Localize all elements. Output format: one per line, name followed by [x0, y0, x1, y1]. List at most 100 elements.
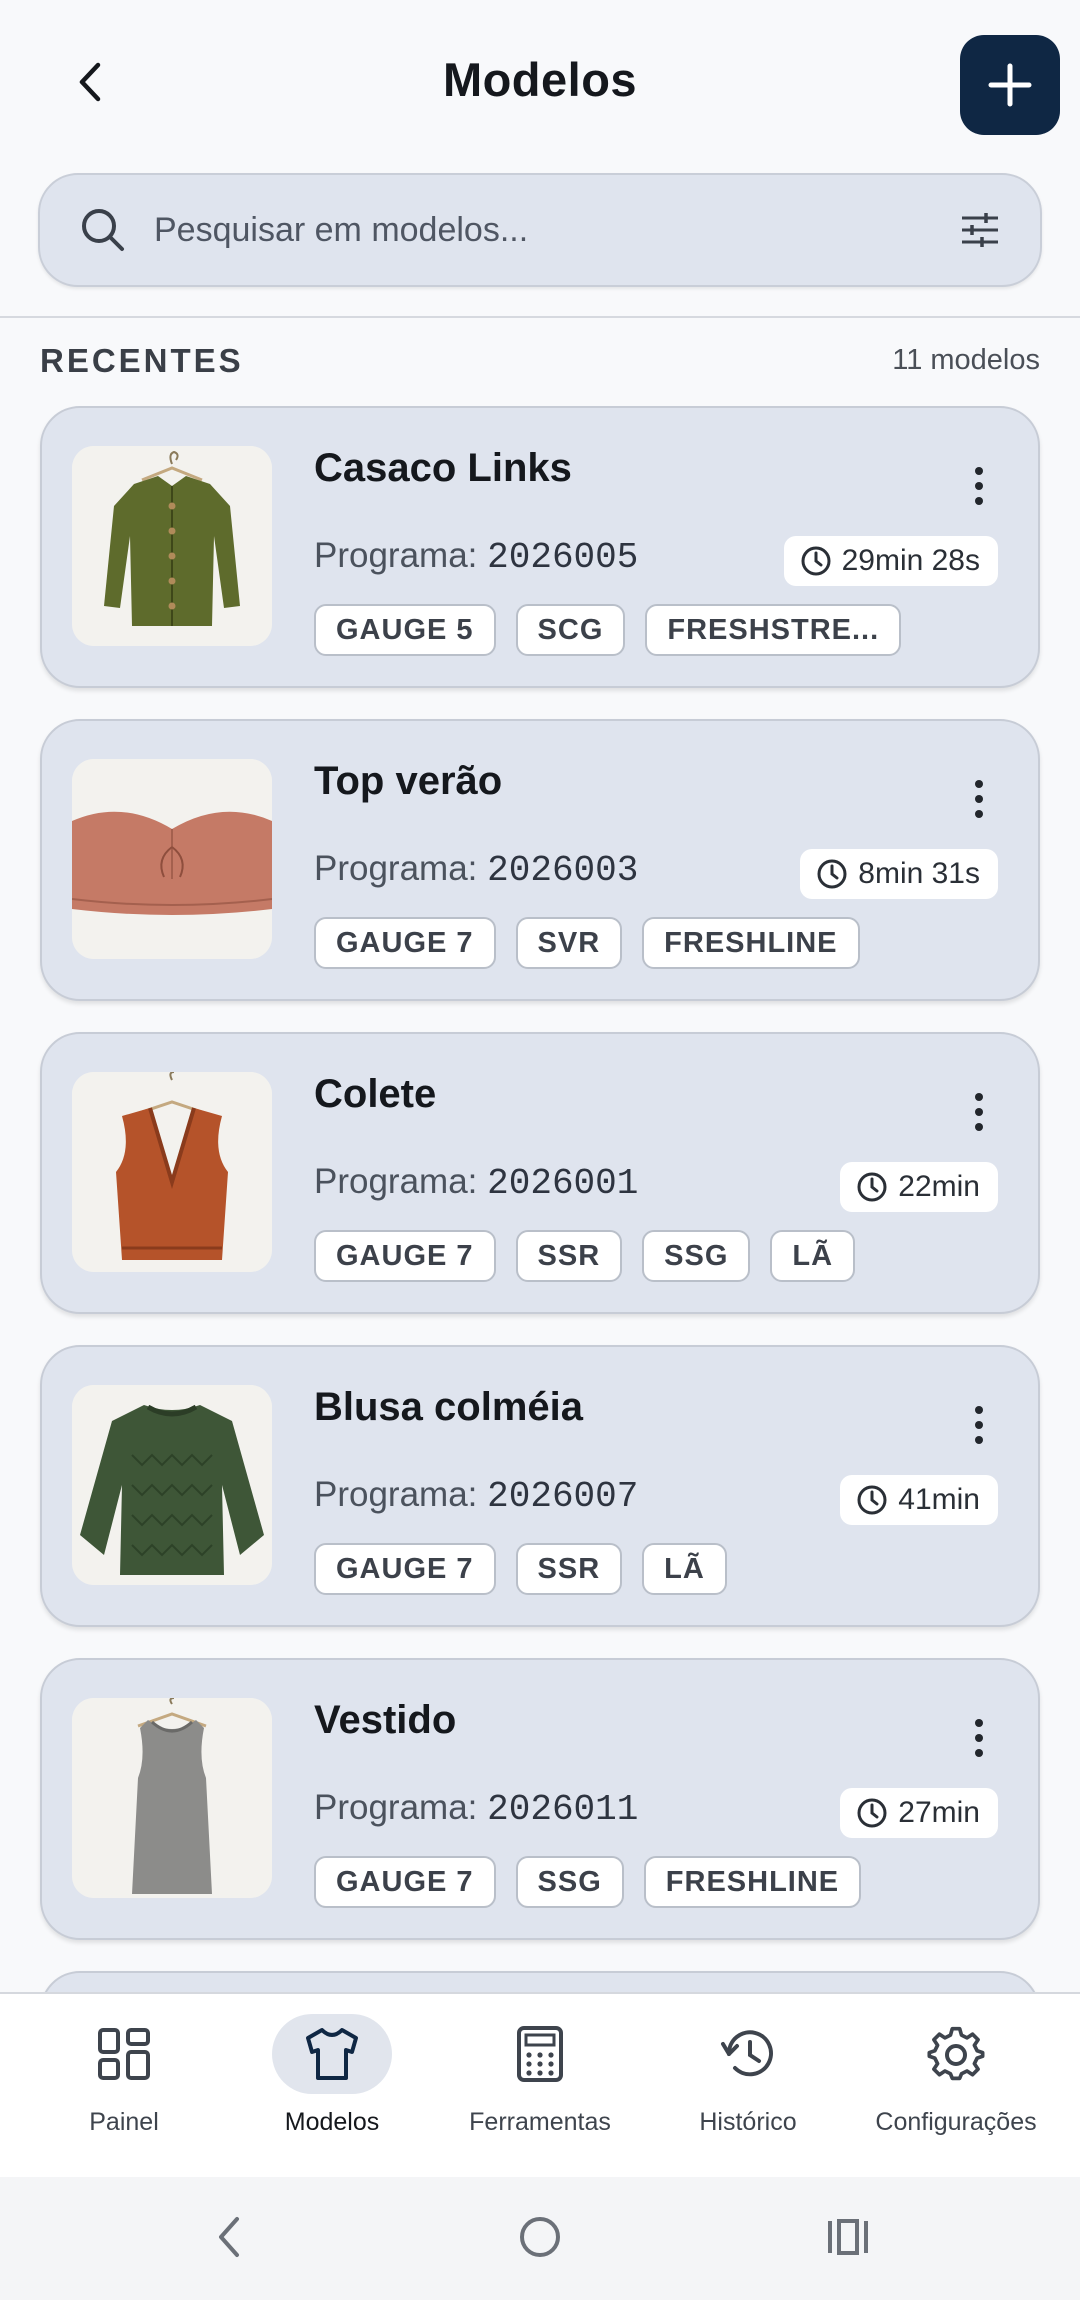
- nav-item-history[interactable]: Histórico: [648, 2014, 848, 2164]
- tag-chip: GAUGE 5: [314, 604, 496, 656]
- bottom-navigation: Painel Modelos Ferramentas Histórico Con…: [0, 1992, 1080, 2177]
- tag-chip: LÃ: [642, 1543, 727, 1595]
- clock-icon: [817, 859, 847, 889]
- tag-chip: SSR: [515, 1230, 623, 1282]
- system-recents-button[interactable]: [813, 2207, 883, 2267]
- section-title: RECENTES: [40, 342, 244, 379]
- clock-icon: [857, 1172, 887, 1202]
- header-divider: [0, 316, 1080, 318]
- dot: [975, 1108, 983, 1116]
- duration-chip: 22min: [840, 1162, 998, 1212]
- dot: [975, 1421, 983, 1429]
- home-circle-icon: [520, 2217, 560, 2257]
- dot: [975, 1406, 983, 1414]
- nav-label: Modelos: [284, 2108, 380, 2136]
- duration-chip: 29min 28s: [783, 536, 998, 586]
- program-code: 2026001: [487, 1163, 639, 1204]
- tag-chip: SCG: [515, 604, 626, 656]
- duration-chip: 8min 31s: [800, 849, 998, 899]
- page-title: Modelos: [442, 53, 638, 106]
- program-label: Programa:: [314, 849, 478, 888]
- model-card[interactable]: Blusa colméia Programa: 2026007 41min GA…: [40, 1345, 1040, 1627]
- grid-icon: [64, 2014, 184, 2094]
- filter-sliders-icon[interactable]: [960, 212, 1000, 248]
- shirt-icon: [272, 2014, 392, 2094]
- model-name: Top verão: [314, 759, 503, 803]
- dot: [975, 497, 983, 505]
- duration-text: 27min: [898, 1796, 980, 1829]
- model-thumbnail: [72, 446, 272, 646]
- model-thumbnail: [72, 759, 272, 959]
- dot: [975, 1734, 983, 1742]
- nav-label: Histórico: [699, 2108, 797, 2136]
- tag-chip: LÃ: [770, 1230, 856, 1282]
- nav-label: Painel: [89, 2108, 159, 2136]
- search-icon: [82, 209, 124, 251]
- program-label: Programa:: [314, 1475, 478, 1514]
- program-label: Programa:: [314, 1788, 478, 1827]
- more-options-button[interactable]: [954, 1395, 1004, 1455]
- tag-chip: GAUGE 7: [314, 1543, 496, 1595]
- more-options-button[interactable]: [954, 1082, 1004, 1142]
- dot: [975, 467, 983, 475]
- search-input[interactable]: [154, 210, 960, 250]
- duration-text: 41min: [898, 1483, 980, 1516]
- model-name: Colete: [314, 1072, 437, 1116]
- tag-chip: GAUGE 7: [314, 917, 496, 969]
- duration-text: 22min: [898, 1170, 980, 1203]
- program-code: 2026007: [487, 1476, 639, 1517]
- model-card[interactable]: Vestido Programa: 2026011 27min GAUGE 7 S…: [40, 1658, 1040, 1940]
- tag-list: GAUGE 7 SSG FRESHLINE: [314, 1856, 862, 1908]
- add-model-button[interactable]: [960, 35, 1060, 135]
- tag-chip: FRESHSTRE...: [645, 604, 902, 656]
- nav-label: Ferramentas: [469, 2108, 611, 2136]
- model-card-partial[interactable]: [40, 1971, 1040, 1992]
- system-home-button[interactable]: [505, 2207, 575, 2267]
- nav-item-shirt[interactable]: Modelos: [232, 2014, 432, 2164]
- app-root: Modelos RECENTES 11 modelos Casaco Links…: [0, 0, 1080, 2300]
- duration-chip: 41min: [840, 1475, 998, 1525]
- tag-list: GAUGE 5 SCG FRESHSTRE...: [314, 604, 902, 656]
- program-code: 2026005: [487, 537, 639, 578]
- clock-icon: [857, 1485, 887, 1515]
- dot: [975, 795, 983, 803]
- dot: [975, 1123, 983, 1131]
- tag-list: GAUGE 7 SSR LÃ: [314, 1543, 727, 1595]
- program-line: Programa: 2026011: [314, 1788, 638, 1830]
- program-line: Programa: 2026003: [314, 849, 638, 891]
- program-label: Programa:: [314, 1162, 478, 1201]
- recents-icon: [828, 2219, 868, 2255]
- model-name: Vestido: [314, 1698, 457, 1742]
- more-options-button[interactable]: [954, 456, 1004, 516]
- duration-text: 8min 31s: [858, 857, 980, 890]
- gear-icon: [896, 2014, 1016, 2094]
- search-bar: [38, 173, 1042, 287]
- tag-chip: GAUGE 7: [314, 1856, 496, 1908]
- tag-list: GAUGE 7 SVR FRESHLINE: [314, 917, 860, 969]
- top-bar: Modelos: [0, 0, 1080, 170]
- model-name: Blusa colméia: [314, 1385, 584, 1429]
- dot: [975, 1093, 983, 1101]
- calculator-icon: [480, 2014, 600, 2094]
- model-card[interactable]: Casaco Links Programa: 2026005 29min 28s…: [40, 406, 1040, 688]
- model-card[interactable]: Colete Programa: 2026001 22min GAUGE 7 SS…: [40, 1032, 1040, 1314]
- nav-item-gear[interactable]: Configurações: [856, 2014, 1056, 2164]
- model-thumbnail: [72, 1072, 272, 1272]
- history-icon: [688, 2014, 808, 2094]
- more-options-button[interactable]: [954, 769, 1004, 829]
- program-code: 2026003: [487, 850, 639, 891]
- nav-item-calculator[interactable]: Ferramentas: [440, 2014, 640, 2164]
- nav-item-grid[interactable]: Painel: [24, 2014, 224, 2164]
- program-code: 2026011: [487, 1789, 639, 1830]
- duration-text: 29min 28s: [841, 544, 980, 577]
- more-options-button[interactable]: [954, 1708, 1004, 1768]
- dot: [975, 780, 983, 788]
- nav-label: Configurações: [875, 2108, 1037, 2136]
- model-card[interactable]: Top verão Programa: 2026003 8min 31s GAU…: [40, 719, 1040, 1001]
- system-back-button[interactable]: [194, 2207, 264, 2267]
- tag-chip: SSR: [515, 1543, 623, 1595]
- tag-chip: SSG: [642, 1230, 751, 1282]
- tag-chip: FRESHLINE: [643, 1856, 862, 1908]
- back-arrow-icon: [219, 2217, 239, 2257]
- program-line: Programa: 2026001: [314, 1162, 638, 1204]
